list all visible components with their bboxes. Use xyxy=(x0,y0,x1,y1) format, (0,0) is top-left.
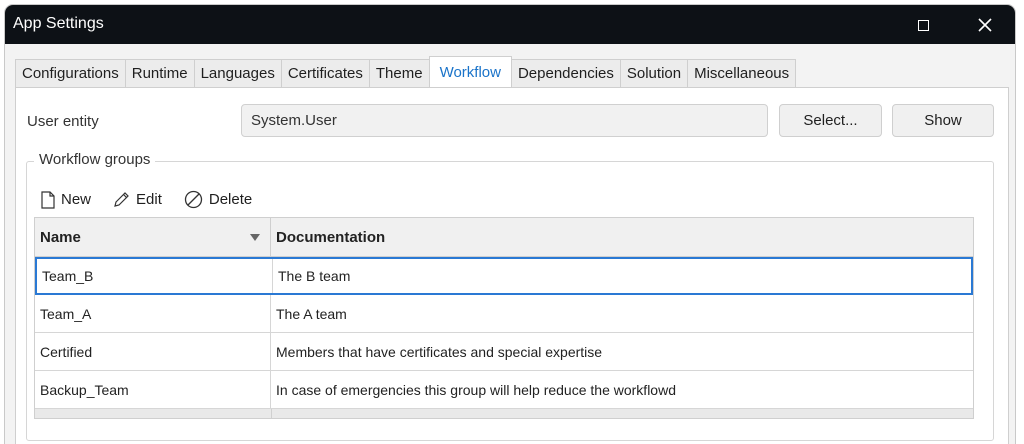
tab-runtime[interactable]: Runtime xyxy=(124,59,195,87)
row-name-cell: Team_A xyxy=(35,295,271,332)
new-document-icon xyxy=(41,190,55,209)
new-label: New xyxy=(61,191,92,208)
tab-languages[interactable]: Languages xyxy=(193,59,282,87)
table-row[interactable]: Backup_Team In case of emergencies this … xyxy=(35,371,973,409)
workflow-groups-legend: Workflow groups xyxy=(34,151,156,168)
title-bar: App Settings xyxy=(5,5,1015,44)
row-documentation-cell: In case of emergencies this group will h… xyxy=(276,381,676,398)
sort-down-icon xyxy=(250,234,260,241)
column-header-name[interactable]: Name xyxy=(35,218,271,257)
maximize-button[interactable] xyxy=(901,11,945,39)
tab-certificates[interactable]: Certificates xyxy=(280,59,370,87)
new-button[interactable]: New xyxy=(41,190,92,209)
user-entity-label: User entity xyxy=(27,113,99,130)
grid-horizontal-scrollbar[interactable] xyxy=(35,409,973,418)
table-row[interactable]: Team_A The A team xyxy=(35,295,973,333)
delete-button[interactable]: Delete xyxy=(184,190,252,209)
tab-theme[interactable]: Theme xyxy=(368,59,430,87)
prohibited-icon xyxy=(184,190,203,209)
row-documentation-cell: The B team xyxy=(278,268,351,284)
maximize-icon xyxy=(917,19,929,31)
window-title: App Settings xyxy=(13,15,104,32)
workflow-groups-grid: Name Documentation Team_B The B team Tea… xyxy=(34,217,974,419)
close-icon xyxy=(978,18,992,32)
workflow-panel: User entity Select... Show Workflow grou… xyxy=(15,87,1009,444)
row-name-cell: Team_B xyxy=(37,259,273,293)
grid-header: Name Documentation xyxy=(35,218,973,257)
user-entity-input[interactable] xyxy=(241,104,768,137)
tab-dependencies[interactable]: Dependencies xyxy=(510,59,621,87)
app-settings-window: App Settings Configurations Runtime Lang… xyxy=(5,5,1015,444)
show-button[interactable]: Show xyxy=(892,104,994,137)
column-header-documentation-label: Documentation xyxy=(276,229,386,246)
edit-label: Edit xyxy=(136,191,162,208)
groups-toolbar: New Edit Delete xyxy=(41,190,274,209)
select-button[interactable]: Select... xyxy=(779,104,882,137)
table-row[interactable]: Certified Members that have certificates… xyxy=(35,333,973,371)
edit-button[interactable]: Edit xyxy=(113,191,162,208)
tab-miscellaneous[interactable]: Miscellaneous xyxy=(687,59,797,87)
delete-label: Delete xyxy=(208,191,253,208)
footer-column-divider xyxy=(271,409,272,418)
tab-workflow[interactable]: Workflow xyxy=(428,56,512,87)
column-header-documentation[interactable]: Documentation xyxy=(271,218,973,257)
row-documentation-cell: Members that have certificates and speci… xyxy=(276,343,603,360)
row-name-cell: Backup_Team xyxy=(35,371,271,408)
settings-tabs: Configurations Runtime Languages Certifi… xyxy=(15,56,797,87)
row-documentation-cell: The A team xyxy=(276,305,347,322)
column-header-name-label: Name xyxy=(40,229,81,246)
tab-solution[interactable]: Solution xyxy=(619,59,689,87)
row-name-cell: Certified xyxy=(35,333,271,370)
table-row[interactable]: Team_B The B team xyxy=(35,257,973,295)
tab-configurations[interactable]: Configurations xyxy=(15,59,126,87)
pencil-icon xyxy=(114,192,129,207)
close-button[interactable] xyxy=(963,11,1007,39)
